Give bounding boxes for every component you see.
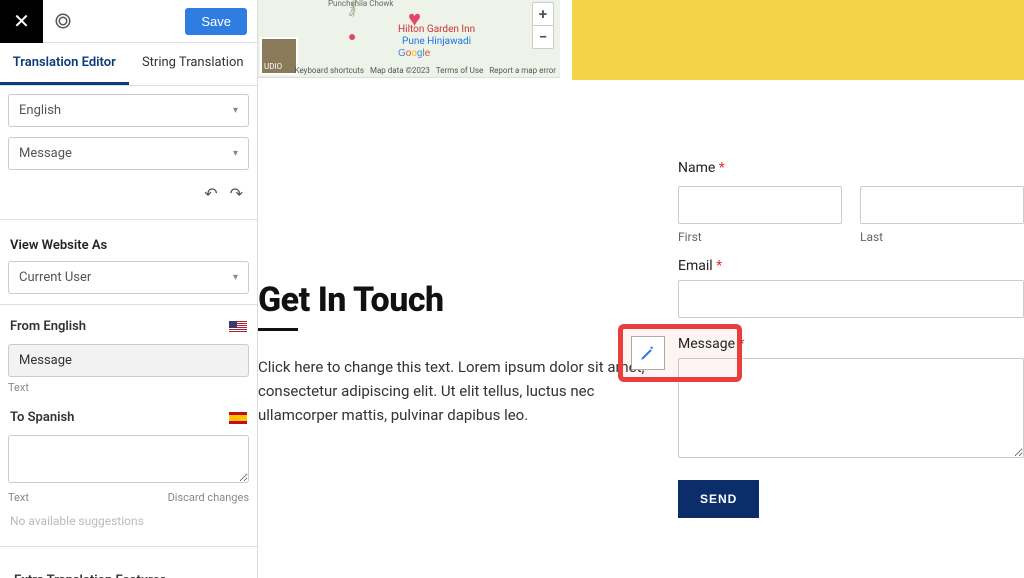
language-select[interactable]: English ▾ [8,94,249,127]
last-sublabel: Last [860,230,1024,244]
to-text-input[interactable] [8,435,249,483]
pencil-icon [639,344,657,362]
save-button[interactable]: Save [185,8,247,35]
map-widget[interactable]: Punchshila Chowk Sakhare Vas ♥ ● Hilton … [258,0,560,78]
from-language-label: From English [10,319,86,334]
header-banner [572,0,1024,80]
view-as-value: Current User [19,270,91,285]
info-button[interactable] [43,0,83,43]
map-terms[interactable]: Terms of Use [436,66,483,75]
map-keyboard-shortcuts[interactable]: Keyboard shortcuts [295,66,364,75]
lead-text[interactable]: Click here to change this text. Lorem ip… [258,355,678,427]
tab-string-translation[interactable]: String Translation [129,43,258,85]
send-button[interactable]: SEND [678,480,759,518]
language-select-value: English [19,103,61,118]
info-icon [54,12,72,30]
flag-es-icon [229,412,247,424]
map-zoom-out[interactable]: − [533,26,553,48]
flag-us-icon [229,321,247,333]
first-sublabel: First [678,230,842,244]
last-name-input[interactable] [860,186,1024,224]
edit-translation-button[interactable] [631,336,665,370]
name-label: Name * [678,160,1024,176]
features-heading: Extra Translation Features [8,555,249,578]
map-area-label: Punchshila Chowk [328,0,393,9]
map-data-attrib: Map data ©2023 [370,66,430,75]
email-input[interactable] [678,280,1024,318]
discard-changes[interactable]: Discard changes [168,491,249,504]
translate-highlight [618,324,742,382]
tab-translation-editor[interactable]: Translation Editor [0,43,129,85]
map-satellite-thumb[interactable]: UDIO [260,37,298,75]
google-logo: Google [398,48,430,59]
message-label: Message * [678,336,1024,352]
chevron-down-icon: ▾ [233,148,238,159]
page-heading: Get In Touch [258,280,678,320]
chevron-down-icon: ▾ [233,272,238,283]
chevron-down-icon: ▾ [233,105,238,116]
map-report-error[interactable]: Report a map error [489,66,556,75]
map-pin-icon: ● [348,28,356,45]
item-select[interactable]: Message ▾ [8,137,249,170]
map-zoom-in[interactable]: + [533,3,553,26]
email-label: Email * [678,258,1024,274]
from-type: Text [8,381,29,394]
heading-underline [258,328,298,331]
view-as-select[interactable]: Current User ▾ [8,261,249,294]
undo-button[interactable]: ↶ [204,184,217,203]
first-name-input[interactable] [678,186,842,224]
no-suggestions: No available suggestions [8,504,249,538]
close-button[interactable]: ✕ [0,0,43,43]
view-as-label: View Website As [8,228,249,261]
redo-button[interactable]: ↷ [230,184,243,203]
to-type: Text [8,491,29,504]
item-select-value: Message [19,146,72,161]
from-text: Message [8,344,249,377]
to-language-label: To Spanish [10,410,74,425]
map-place-label: Hilton Garden Inn Pune Hinjawadi [398,24,475,48]
